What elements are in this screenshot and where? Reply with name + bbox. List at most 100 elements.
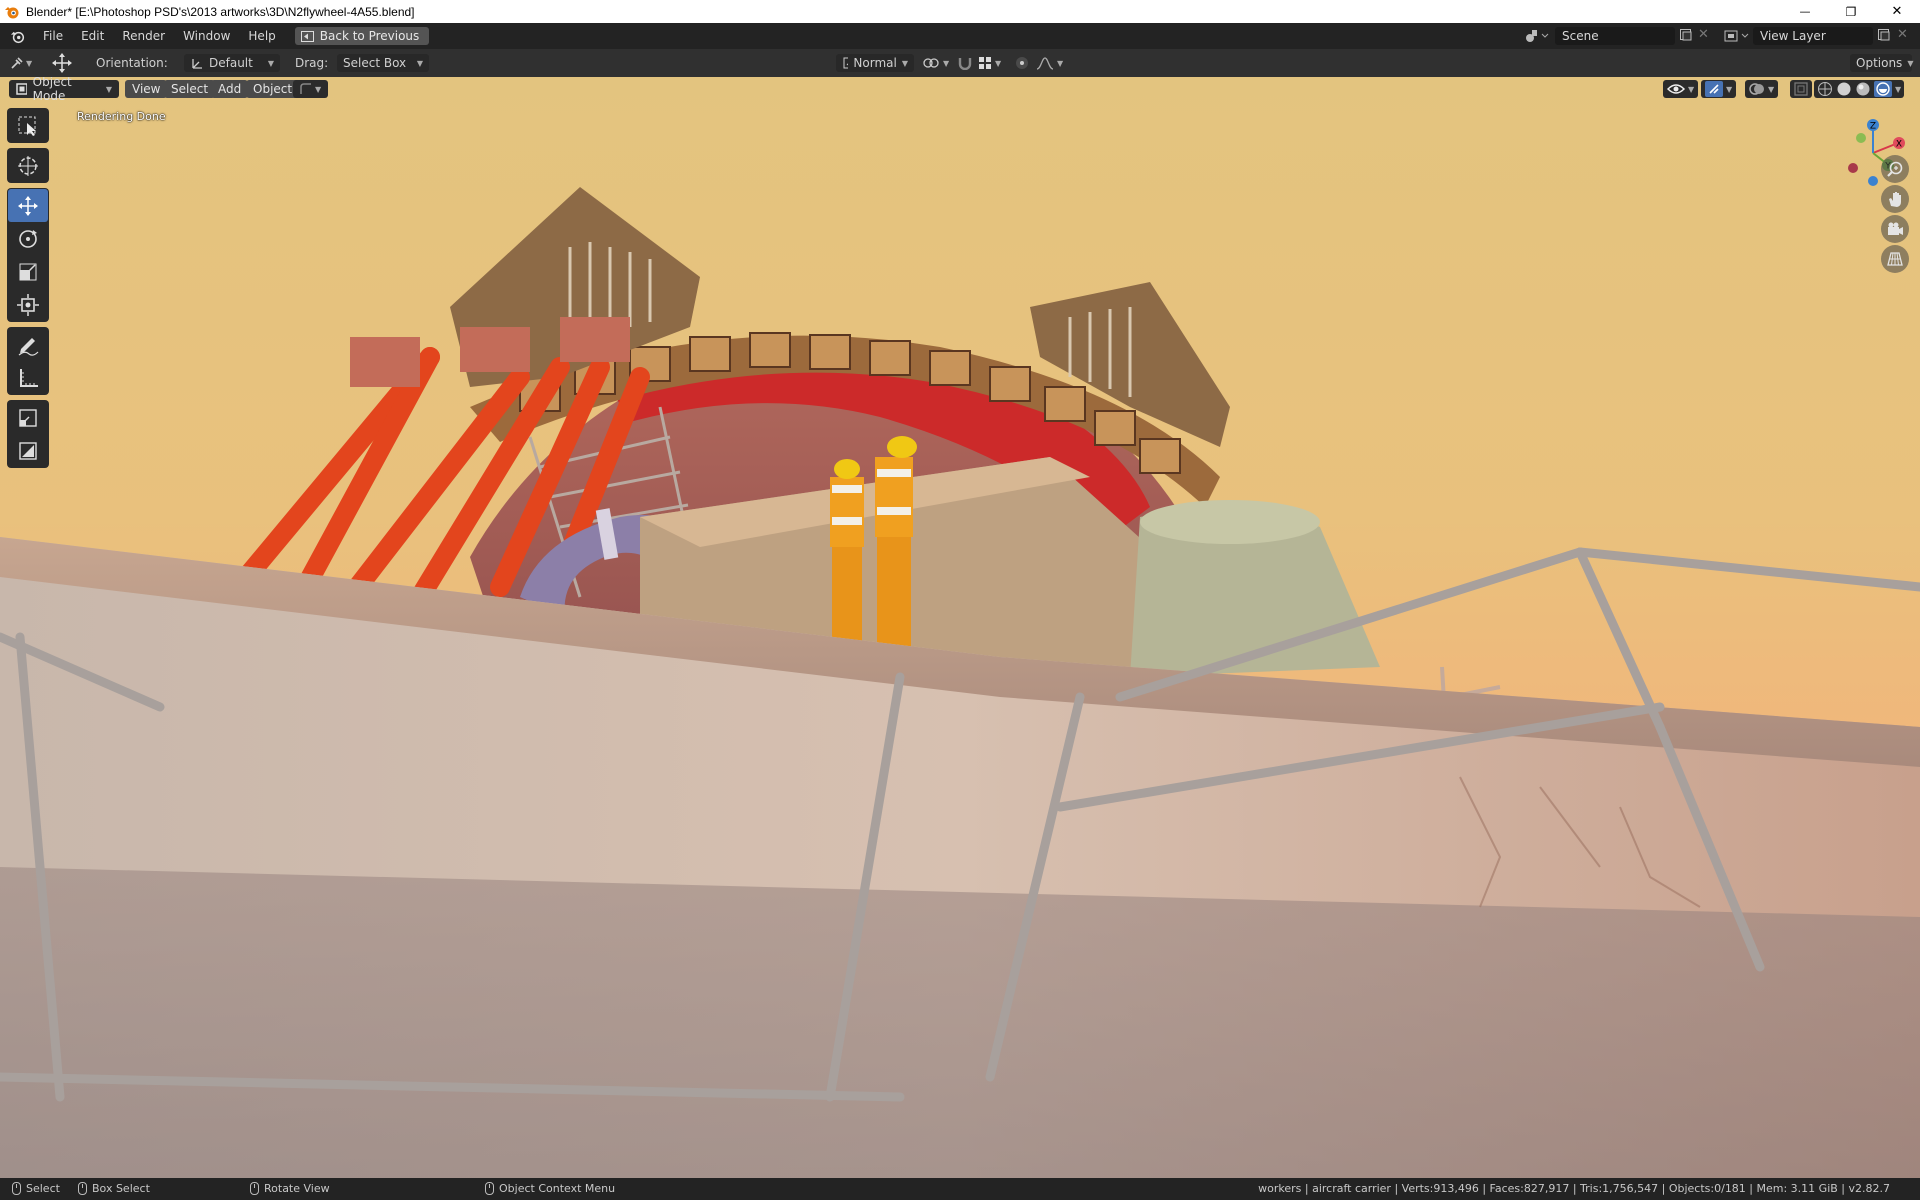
menu-render[interactable]: Render bbox=[113, 29, 174, 43]
maximize-button[interactable]: ❐ bbox=[1828, 0, 1874, 23]
new-scene-icon[interactable] bbox=[1679, 28, 1693, 45]
perspective-toggle-button[interactable] bbox=[1881, 245, 1909, 273]
scale-icon bbox=[19, 263, 37, 280]
delete-view-layer-icon[interactable]: ✕ bbox=[1897, 27, 1908, 42]
rendered-scene-image bbox=[0, 187, 1920, 1178]
hand-icon bbox=[1889, 192, 1901, 207]
shading-mode-group: ▼ bbox=[1814, 80, 1905, 98]
viewport-menu-view[interactable]: View bbox=[125, 80, 168, 98]
back-to-previous-button[interactable]: Back to Previous bbox=[294, 27, 430, 45]
gizmo-z-label: Z bbox=[1870, 122, 1876, 132]
add-cube-tool[interactable] bbox=[8, 401, 48, 434]
xray-icon bbox=[1794, 82, 1808, 96]
blender-menu-button[interactable] bbox=[0, 29, 34, 44]
minimize-icon: — bbox=[1799, 5, 1811, 18]
pivot-point-icon bbox=[923, 58, 939, 68]
editor-type-selector[interactable]: ▼ bbox=[10, 54, 32, 72]
scene-statistics: workers | aircraft carrier | Verts:913,4… bbox=[1258, 1182, 1890, 1195]
status-bar: Select Box Select Rotate View Object Con… bbox=[0, 1178, 1920, 1200]
close-icon: ✕ bbox=[1891, 4, 1903, 19]
object-visibility-dropdown[interactable]: ▼ bbox=[1663, 80, 1699, 98]
material-shading-icon[interactable] bbox=[1855, 81, 1871, 97]
wireframe-shading-icon[interactable] bbox=[1817, 81, 1833, 97]
scene-name-field[interactable]: Scene bbox=[1555, 27, 1675, 45]
menu-help[interactable]: Help bbox=[239, 29, 284, 43]
falloff-curve-icon bbox=[1036, 57, 1054, 70]
back-to-previous-label: Back to Previous bbox=[319, 29, 420, 43]
transform-tool[interactable] bbox=[8, 288, 48, 321]
3d-viewport[interactable]: Object Mode ▼ View Select Add Object ▼ ▼ … bbox=[0, 77, 1920, 1178]
ruler-icon bbox=[20, 368, 38, 387]
navigation-gizmo[interactable]: Z X Y bbox=[1827, 113, 1917, 193]
top-menu-bar: File Edit Render Window Help Back to Pre… bbox=[0, 23, 1920, 49]
transform-orientation-dropdown[interactable]: Normal ▼ bbox=[836, 54, 914, 72]
gizmo-icon bbox=[1705, 81, 1723, 97]
solid-shading-icon[interactable] bbox=[1836, 81, 1852, 97]
snap-target-dropdown[interactable]: ▼ bbox=[978, 54, 1001, 72]
cursor-tool[interactable] bbox=[8, 149, 48, 182]
status-hint-context-menu: Object Context Menu bbox=[485, 1182, 615, 1195]
measure-tool[interactable] bbox=[8, 361, 48, 394]
active-tool-move-icon[interactable] bbox=[50, 53, 74, 73]
delete-scene-icon[interactable]: ✕ bbox=[1698, 27, 1709, 42]
zoom-icon bbox=[1887, 161, 1903, 177]
gizmo-toggle[interactable]: ▼ bbox=[1701, 80, 1737, 98]
transform-orientation-icon bbox=[843, 57, 849, 69]
overlays-dropdown[interactable]: ▼ bbox=[1745, 80, 1779, 98]
move-tool[interactable] bbox=[8, 189, 48, 222]
tool-shelf bbox=[7, 108, 49, 473]
orientation-axes-icon bbox=[192, 59, 202, 69]
minimize-button[interactable]: — bbox=[1782, 0, 1828, 23]
viewport-menu-select[interactable]: Select bbox=[164, 80, 216, 98]
menu-window[interactable]: Window bbox=[174, 29, 239, 43]
add-cube-icon bbox=[19, 408, 37, 427]
view-layer-name-field[interactable]: View Layer bbox=[1753, 27, 1873, 45]
viewport-menu-add[interactable]: Add bbox=[211, 80, 249, 98]
menu-file[interactable]: File bbox=[34, 29, 72, 43]
proportional-editing-toggle[interactable] bbox=[1015, 54, 1029, 72]
xray-toggle[interactable] bbox=[1790, 80, 1812, 98]
pan-view-button[interactable] bbox=[1881, 185, 1909, 213]
render-status-text: Rendering Done bbox=[77, 110, 166, 123]
gizmo-x-label: X bbox=[1896, 140, 1902, 150]
blender-logo-icon bbox=[10, 31, 24, 43]
rendered-shading-icon[interactable] bbox=[1874, 81, 1892, 97]
drag-label: Drag: bbox=[295, 56, 329, 70]
options-dropdown[interactable]: Options ▼ bbox=[1850, 54, 1913, 72]
extra-tool[interactable] bbox=[8, 434, 48, 467]
eye-icon bbox=[1667, 84, 1685, 94]
orientation-label: Orientation: bbox=[96, 56, 168, 70]
scale-tool[interactable] bbox=[8, 255, 48, 288]
screen-back-icon bbox=[300, 30, 314, 42]
select-box-tool[interactable] bbox=[8, 109, 48, 142]
curve-tool-icon bbox=[300, 83, 311, 94]
viewport-header: Object Mode ▼ View Select Add Object ▼ ▼ … bbox=[0, 77, 1920, 103]
snap-toggle[interactable] bbox=[957, 54, 973, 72]
zoom-view-button[interactable] bbox=[1881, 155, 1909, 183]
camera-view-button[interactable] bbox=[1881, 215, 1909, 243]
tool-settings-header: ▼ Orientation: Default ▼ Drag: Select Box… bbox=[0, 49, 1920, 77]
menu-edit[interactable]: Edit bbox=[72, 29, 113, 43]
grid-perspective-icon bbox=[1887, 252, 1903, 266]
status-hint-box-select: Box Select bbox=[78, 1182, 150, 1195]
object-mode-icon bbox=[16, 83, 27, 95]
proportional-editing-icon bbox=[1016, 57, 1028, 69]
annotate-tool[interactable] bbox=[8, 328, 48, 361]
drag-mouse-icon bbox=[78, 1182, 87, 1195]
window-title-bar: Blender* [E:\Photoshop PSD's\2013 artwor… bbox=[0, 0, 1920, 23]
rotate-icon bbox=[19, 229, 37, 248]
drag-dropdown[interactable]: Select Box ▼ bbox=[337, 54, 429, 72]
view-layer-browse-icon[interactable] bbox=[1724, 28, 1750, 47]
viewport-menu-object[interactable]: Object bbox=[246, 80, 300, 98]
proportional-falloff-dropdown[interactable]: ▼ bbox=[1036, 54, 1063, 72]
new-view-layer-icon[interactable] bbox=[1877, 28, 1891, 45]
orientation-dropdown[interactable]: Default ▼ bbox=[184, 54, 280, 72]
move-icon bbox=[18, 195, 38, 216]
pivot-point-dropdown[interactable]: ▼ bbox=[922, 54, 949, 72]
camera-icon bbox=[1888, 222, 1903, 235]
rotate-tool[interactable] bbox=[8, 222, 48, 255]
scene-browse-icon[interactable] bbox=[1524, 28, 1550, 47]
close-button[interactable]: ✕ bbox=[1874, 0, 1920, 23]
object-mode-dropdown[interactable]: Object Mode ▼ bbox=[9, 77, 119, 103]
transform-affect-dropdown[interactable]: ▼ bbox=[293, 80, 329, 98]
